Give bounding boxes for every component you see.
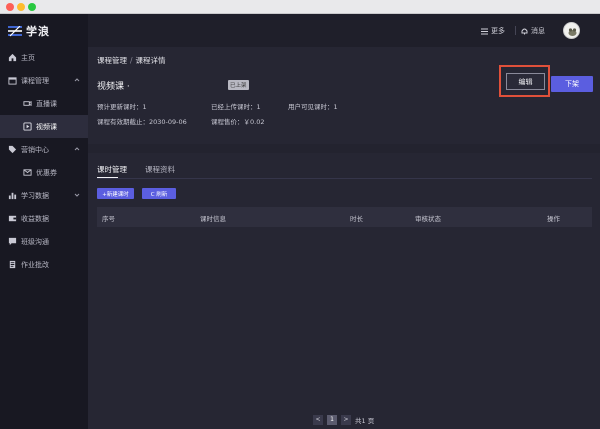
refresh-button[interactable]: C 刷新 bbox=[142, 188, 176, 199]
more-menu[interactable]: 更多 bbox=[481, 26, 505, 36]
uploaded-lessons: 已经上传课时：1 bbox=[211, 103, 261, 111]
video-camera-icon bbox=[23, 100, 32, 107]
column-actions: 操作 bbox=[547, 215, 560, 223]
next-page-button[interactable]: > bbox=[341, 414, 351, 425]
sidebar-item-homework[interactable]: 作业批改 bbox=[0, 253, 88, 276]
offline-button[interactable]: 下架 bbox=[551, 76, 593, 92]
sidebar-item-label: 视频课 bbox=[36, 122, 57, 131]
column-duration: 时长 bbox=[350, 215, 363, 223]
planned-lessons: 预计更新课时：1 bbox=[97, 103, 147, 111]
app-logo[interactable]: 学浪 bbox=[8, 23, 50, 39]
tab-divider bbox=[97, 178, 592, 179]
user-avatar[interactable] bbox=[563, 22, 580, 39]
breadcrumb: 课程管理 / 课程详情 bbox=[97, 55, 166, 66]
pagination: < 1 > 共1 页 bbox=[313, 414, 374, 425]
zoom-window-button[interactable] bbox=[28, 3, 36, 11]
sidebar-item-coupons[interactable]: 优惠券 bbox=[0, 161, 88, 184]
tab-lesson-management[interactable]: 课时管理 bbox=[97, 164, 127, 175]
bell-icon bbox=[521, 28, 528, 34]
visible-lessons: 用户可见课时：1 bbox=[288, 103, 338, 111]
top-header: 更多 消息 bbox=[88, 14, 600, 47]
sidebar-item-label: 学习数据 bbox=[21, 191, 49, 200]
wallet-icon bbox=[8, 215, 17, 222]
edit-button[interactable]: 编辑 bbox=[506, 73, 545, 90]
sidebar-item-label: 直播课 bbox=[36, 99, 57, 108]
course-price: 课程售价：￥0.02 bbox=[211, 118, 265, 126]
sidebar-item-label: 作业批改 bbox=[21, 260, 49, 269]
breadcrumb-separator: / bbox=[130, 56, 133, 65]
total-pages-label: 共1 页 bbox=[355, 416, 375, 425]
sidebar-item-course-management[interactable]: 课程管理 bbox=[0, 69, 88, 92]
sidebar-nav: 主页 课程管理 直播课 视频课 营销中心 优惠券 学习数据 收益数据 班级沟通 … bbox=[0, 46, 88, 276]
tag-icon bbox=[8, 145, 17, 154]
messages-label: 消息 bbox=[531, 27, 545, 35]
calendar-icon bbox=[8, 77, 17, 85]
tab-course-materials[interactable]: 课程资料 bbox=[145, 164, 175, 175]
close-window-button[interactable] bbox=[6, 3, 14, 11]
more-label: 更多 bbox=[491, 27, 505, 35]
breadcrumb-course-management[interactable]: 课程管理 bbox=[97, 56, 127, 65]
sidebar-item-learning-data[interactable]: 学习数据 bbox=[0, 184, 88, 207]
avatar-image bbox=[568, 28, 577, 36]
chevron-down-icon bbox=[74, 193, 80, 197]
page-1-button[interactable]: 1 bbox=[327, 414, 337, 425]
document-icon bbox=[9, 260, 16, 269]
sidebar-item-label: 收益数据 bbox=[21, 214, 49, 223]
menu-icon bbox=[481, 28, 488, 34]
window-titlebar bbox=[0, 0, 600, 14]
play-icon bbox=[23, 122, 32, 131]
course-title: 视频课 · bbox=[97, 82, 130, 92]
column-index: 序号 bbox=[102, 215, 115, 223]
logo-mark-icon bbox=[8, 25, 22, 36]
sidebar-item-home[interactable]: 主页 bbox=[0, 46, 88, 69]
sidebar-item-revenue-data[interactable]: 收益数据 bbox=[0, 207, 88, 230]
sidebar-item-label: 班级沟通 bbox=[21, 237, 49, 246]
sidebar: 学浪 主页 课程管理 直播课 视频课 营销中心 优惠券 学习数据 收益数据 班级… bbox=[0, 14, 88, 429]
sidebar-item-label: 课程管理 bbox=[21, 76, 49, 85]
course-detail-panel: 课程管理 / 课程详情 视频课 · 已上架 预计更新课时：1 已经上传课时：1 用户… bbox=[88, 47, 600, 144]
sidebar-item-marketing-center[interactable]: 营销中心 bbox=[0, 138, 88, 161]
new-lesson-button[interactable]: +新建课时 bbox=[97, 188, 134, 199]
header-divider bbox=[515, 26, 516, 35]
lesson-panel: 课时管理 课程资料 +新建课时 C 刷新 序号 课时信息 时长 审核状态 操作 … bbox=[88, 153, 600, 429]
chevron-up-icon bbox=[74, 147, 80, 151]
bar-chart-icon bbox=[8, 192, 17, 200]
sidebar-item-label: 主页 bbox=[21, 53, 35, 62]
sidebar-item-label: 优惠券 bbox=[36, 168, 57, 177]
course-expiry: 课程有效期截止：2030-09-06 bbox=[97, 118, 187, 126]
sidebar-item-label: 营销中心 bbox=[21, 145, 49, 154]
table-header: 序号 课时信息 时长 审核状态 操作 bbox=[97, 207, 592, 227]
mail-icon bbox=[23, 169, 32, 176]
tab-active-indicator bbox=[97, 177, 118, 178]
minimize-window-button[interactable] bbox=[17, 3, 25, 11]
column-lesson-info: 课时信息 bbox=[200, 215, 226, 223]
status-badge: 已上架 bbox=[228, 80, 249, 90]
app-name: 学浪 bbox=[26, 25, 50, 38]
sidebar-item-video-course[interactable]: 视频课 bbox=[0, 115, 88, 138]
sidebar-item-class-chat[interactable]: 班级沟通 bbox=[0, 230, 88, 253]
chevron-up-icon bbox=[74, 78, 80, 82]
sidebar-item-live-course[interactable]: 直播课 bbox=[0, 92, 88, 115]
home-icon bbox=[8, 53, 17, 62]
chat-icon bbox=[8, 237, 17, 246]
tab-bar: 课时管理 课程资料 bbox=[97, 164, 175, 175]
column-review-status: 审核状态 bbox=[415, 215, 441, 223]
messages-button[interactable]: 消息 bbox=[521, 26, 545, 36]
breadcrumb-course-detail: 课程详情 bbox=[135, 56, 166, 65]
prev-page-button[interactable]: < bbox=[313, 414, 323, 425]
